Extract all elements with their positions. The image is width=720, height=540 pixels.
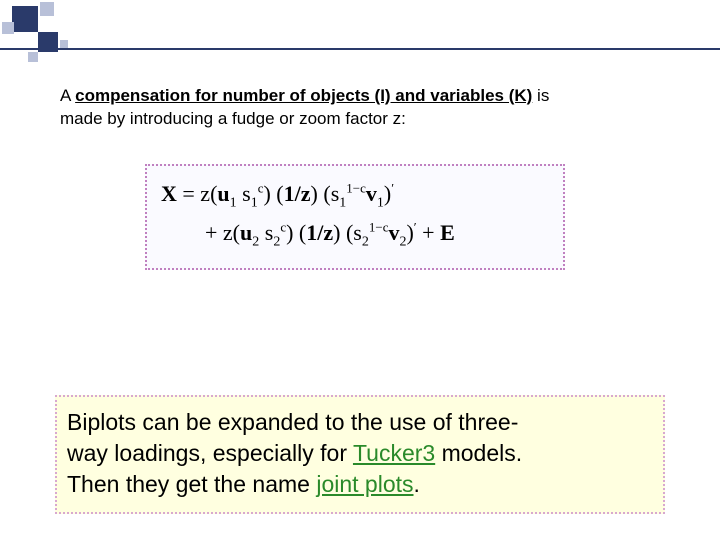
eq-rp2: ) (	[311, 181, 331, 206]
intro-prefix: A	[60, 86, 75, 105]
eq-s1: s	[242, 181, 251, 206]
eq-v2: v	[388, 220, 399, 245]
note-t1: Biplots can be expanded to the use of th…	[67, 409, 518, 435]
eq-s1b: s	[331, 181, 340, 206]
intro-emphasis: compensation for number of objects (I) a…	[75, 86, 532, 105]
eq-rp5: ) (	[333, 220, 353, 245]
eq-u1-sub: 1	[230, 195, 237, 210]
eq-v1-sub: 1	[377, 195, 384, 210]
eq-rp1: ) (	[263, 181, 283, 206]
eq-v1: v	[366, 181, 377, 206]
intro-paragraph: A compensation for number of objects (I)…	[60, 85, 660, 131]
note-t2: way loadings, especially for	[67, 440, 353, 466]
intro-line2: made by introducing a fudge or zoom fact…	[60, 109, 406, 128]
eq-s2b: s	[353, 220, 362, 245]
note-joint: joint plots	[316, 471, 413, 497]
note-t5: .	[414, 471, 420, 497]
eq-rp6: )	[406, 220, 413, 245]
eq-rp4: ) (	[286, 220, 306, 245]
eq-s1-sub: 1	[251, 195, 258, 210]
equation-box: X = z(u1 s1c) (1/z) (s11−cv1)′ + z(u2 s2…	[145, 164, 565, 270]
eq-s2b-sub: 2	[362, 234, 369, 249]
note-tucker: Tucker3	[353, 440, 435, 466]
equation-line-1: X = z(u1 s1c) (1/z) (s11−cv1)′	[161, 176, 549, 215]
eq-oneoverz2: 1/z	[306, 220, 333, 245]
header-divider	[0, 48, 720, 50]
eq-E: E	[440, 220, 455, 245]
eq-prime1: ′	[391, 181, 394, 196]
eq-s1b-sub: 1	[339, 195, 346, 210]
eq-eq: = z(	[177, 181, 218, 206]
eq-plusE: +	[417, 220, 440, 245]
corner-decoration	[0, 0, 150, 80]
note-t4: Then they get the name	[67, 471, 316, 497]
intro-suffix1: is	[532, 86, 549, 105]
eq-X: X	[161, 181, 177, 206]
note-box: Biplots can be expanded to the use of th…	[55, 395, 665, 514]
eq-u1: u	[217, 181, 229, 206]
eq-s2-sub: 2	[273, 234, 280, 249]
eq-u2: u	[240, 220, 252, 245]
note-t3: models.	[435, 440, 522, 466]
eq-s1b-sup: 1−c	[346, 181, 366, 196]
eq-plus: + z(	[205, 220, 240, 245]
eq-oneoverz: 1/z	[284, 181, 311, 206]
equation-line-2: + z(u2 s2c) (1/z) (s21−cv2)′ + E	[161, 215, 549, 254]
eq-s2b-sup: 1−c	[369, 219, 389, 234]
